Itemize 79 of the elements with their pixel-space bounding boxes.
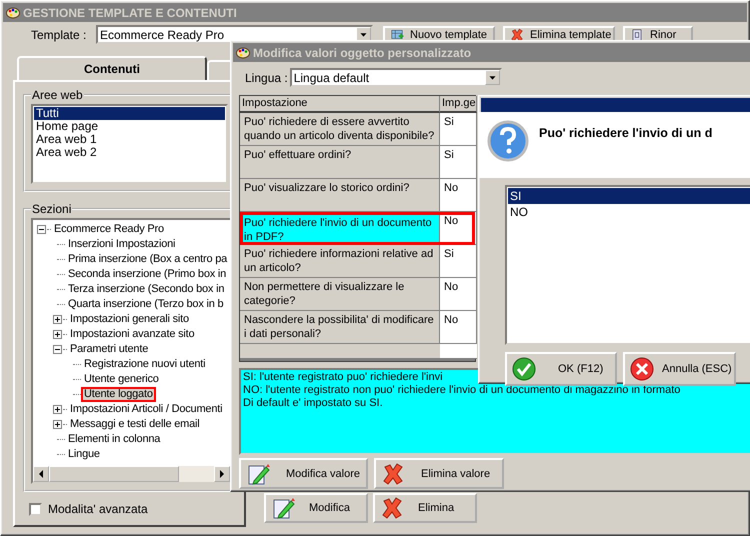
table-cell: No (440, 212, 477, 245)
expand-icon[interactable] (53, 405, 62, 414)
pencil-document-icon (271, 496, 295, 520)
table-row[interactable]: Puo' richiedere informazioni relative ad un articolo? Si (240, 245, 475, 278)
tree-item[interactable]: Elementi in colonna (65, 432, 164, 447)
cancel-icon (630, 357, 654, 381)
tree-item[interactable]: Lingue (65, 447, 103, 462)
tree-item[interactable]: Prima inserzione (Box a centro pa (65, 252, 230, 267)
scrollbar[interactable] (33, 466, 230, 482)
cross-icon (510, 28, 524, 42)
dialog-button[interactable]: Annulla (ESC) (623, 352, 736, 386)
tree-item[interactable]: Seconda inserzione (Primo box in (65, 267, 230, 282)
tree-item[interactable]: Utente generico (81, 372, 162, 387)
tree-item[interactable]: Impostazioni avanzate sito (67, 327, 198, 342)
table-add-icon (390, 28, 404, 42)
expand-icon[interactable] (53, 330, 62, 339)
palette-icon (6, 6, 20, 18)
question-icon (487, 120, 529, 162)
table-cell: No (440, 311, 477, 344)
table-row[interactable]: Puo' richiedere di essere avvertito quando un articolo diventa disponibile? Si (240, 113, 475, 146)
template-label: Template : (31, 28, 88, 42)
tree-item[interactable]: Utente loggato (81, 387, 156, 402)
table-row[interactable]: Puo' effettuare ordini? Si (240, 146, 475, 179)
group-title: Aree web (31, 88, 84, 102)
expand-icon[interactable] (53, 315, 62, 324)
list-item[interactable]: NO (508, 204, 750, 220)
description-text: SI: l'utente registrato puo' richiedere l'invi (243, 371, 444, 384)
action-button[interactable]: Modifica (264, 493, 368, 523)
expand-icon[interactable] (53, 420, 62, 429)
table-cell: Si (440, 146, 477, 179)
language-select[interactable]: Lingua default (290, 68, 502, 87)
list-item[interactable]: Tutti (34, 107, 225, 120)
cross-icon (381, 462, 405, 486)
scroll-left-button[interactable] (33, 466, 49, 482)
tree-item[interactable]: Inserzioni Impostazioni (65, 237, 178, 252)
window-title: GESTIONE TEMPLATE E CONTENUTI (23, 6, 237, 20)
table-row[interactable]: Nascondere la possibilita' di modificare i dati personali? No (240, 311, 475, 344)
tree-item[interactable]: Impostazioni generali sito (67, 312, 192, 327)
description-text: Di default e' impostato su SI. (243, 397, 384, 410)
list-item[interactable]: SI (508, 188, 750, 204)
checkbox-label: Modalita' avanzata (48, 502, 148, 516)
action-button[interactable]: Elimina valore (374, 458, 504, 489)
cross-icon (380, 496, 404, 520)
list-item[interactable]: Home page (34, 120, 225, 133)
dialog-button[interactable]: OK (F12) (505, 352, 617, 386)
tree-item[interactable]: Registrazione nuovi utenti (81, 357, 208, 372)
scroll-right-button[interactable] (214, 466, 230, 482)
question-text: Puo' richiedere l'invio di un d (539, 126, 712, 140)
action-button[interactable]: Modifica valore (239, 458, 368, 489)
group-title: Sezioni (31, 202, 72, 216)
check-icon (512, 357, 536, 381)
document-icon (630, 28, 644, 42)
collapse-icon[interactable] (53, 345, 62, 354)
list-item[interactable]: Area web 1 (34, 133, 225, 146)
tree-item[interactable]: Parametri utente (67, 342, 152, 357)
tree-item[interactable]: Messaggi e testi delle email (67, 417, 203, 432)
table-row[interactable]: Non permettere di visualizzare le categorie? No (240, 278, 475, 311)
scroll-thumb[interactable] (49, 466, 179, 482)
tree-item[interactable]: Quarta inserzione (Terzo box in b (65, 297, 226, 312)
window-title: Modifica valori oggetto personalizzato (253, 46, 472, 60)
table-cell: Si (440, 113, 477, 146)
column-header[interactable]: Imp.ge (440, 96, 477, 113)
table-row[interactable]: Puo' richiedere l'invio di un documento in PDF? No (240, 212, 475, 245)
palette-icon (236, 46, 250, 58)
tree-item[interactable]: Impostazioni Articoli / Documenti (67, 402, 226, 417)
table-cell: No (440, 278, 477, 311)
table-cell: No (440, 179, 477, 212)
pencil-document-icon (246, 462, 270, 486)
table-cell: Si (440, 245, 477, 278)
tab[interactable]: Contenuti (17, 56, 207, 80)
language-label: Lingua : (245, 70, 288, 84)
column-header[interactable]: Impostazione (240, 96, 440, 113)
list-item[interactable]: Area web 2 (34, 146, 225, 159)
checkbox[interactable] (29, 502, 42, 516)
action-button[interactable]: Elimina (373, 493, 477, 523)
tree-item[interactable]: Ecommerce Ready Pro (51, 222, 167, 237)
collapse-icon[interactable] (37, 225, 46, 234)
tree-item[interactable]: Terza inserzione (Secondo box in (65, 282, 228, 297)
table-row[interactable]: Puo' visualizzare lo storico ordini? No (240, 179, 475, 212)
